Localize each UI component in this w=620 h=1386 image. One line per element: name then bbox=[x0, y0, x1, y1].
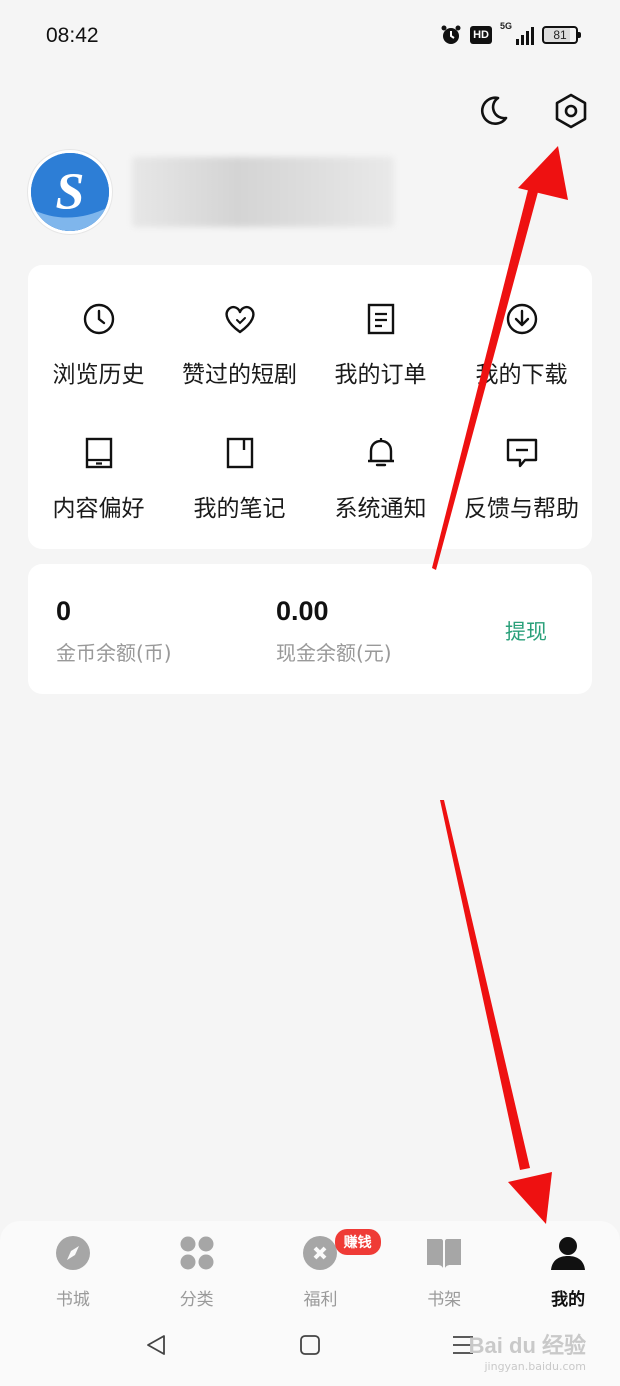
menu-item-label: 系统通知 bbox=[334, 496, 427, 522]
coin-balance-label: 金币余额(币) bbox=[56, 641, 172, 665]
menu-item-notifications[interactable]: 系统通知 bbox=[310, 399, 451, 533]
tab-categories[interactable]: 分类 bbox=[145, 1233, 249, 1321]
withdraw-button[interactable]: 提现 bbox=[505, 616, 547, 646]
avatar-logo-icon: S bbox=[31, 153, 109, 231]
menu-item-downloads[interactable]: 我的下载 bbox=[451, 265, 592, 399]
battery-icon: 81 bbox=[542, 26, 581, 44]
avatar-letter: S bbox=[56, 164, 85, 221]
moon-icon[interactable] bbox=[474, 92, 512, 130]
cash-balance-value: 0.00 bbox=[276, 596, 329, 626]
menu-item-label: 我的订单 bbox=[334, 362, 427, 388]
back-nav-icon[interactable] bbox=[141, 1330, 171, 1360]
alarm-icon bbox=[441, 25, 461, 44]
menu-item-label: 我的笔记 bbox=[193, 496, 286, 522]
compass-icon bbox=[53, 1233, 93, 1273]
username-redacted bbox=[132, 157, 394, 227]
tab-welfare[interactable]: 福利 赚钱 bbox=[269, 1229, 381, 1321]
menu-item-label: 赞过的短剧 bbox=[182, 362, 297, 388]
tab-bookshelf[interactable]: 书架 bbox=[392, 1233, 496, 1321]
coin-balance[interactable]: 0 金币余额(币) bbox=[56, 596, 172, 666]
tab-mine[interactable]: 我的 bbox=[516, 1233, 620, 1321]
tablet-icon bbox=[81, 435, 117, 471]
avatar[interactable]: S bbox=[28, 150, 112, 234]
tab-bookstore[interactable]: 书城 bbox=[21, 1233, 125, 1321]
menu-item-notes[interactable]: 我的笔记 bbox=[169, 399, 310, 533]
baidu-watermark: Bai du 经验 jingyan.baidu.com bbox=[469, 1328, 586, 1373]
network-type: 5G bbox=[500, 21, 513, 31]
menu-item-label: 反馈与帮助 bbox=[464, 496, 579, 522]
profile-header[interactable]: S bbox=[28, 150, 394, 234]
status-bar: 08:42 HD 5G 81 bbox=[0, 0, 620, 74]
menu-item-liked-dramas[interactable]: 赞过的短剧 bbox=[169, 265, 310, 399]
note-icon bbox=[222, 435, 258, 471]
watermark-brand: Bai du 经验 bbox=[468, 1333, 586, 1358]
person-icon bbox=[548, 1233, 588, 1273]
signal-icon: 5G bbox=[500, 21, 534, 45]
home-nav-icon[interactable] bbox=[295, 1330, 325, 1360]
feedback-icon bbox=[504, 435, 540, 471]
arrow-to-mine-tab bbox=[440, 800, 552, 1224]
clock-icon bbox=[81, 301, 117, 337]
menu-item-label: 内容偏好 bbox=[52, 496, 145, 522]
heart-icon bbox=[222, 301, 258, 337]
tab-label: 书城 bbox=[55, 1290, 90, 1310]
category-icon bbox=[177, 1233, 217, 1273]
download-icon bbox=[504, 301, 540, 337]
menu-item-preferences[interactable]: 内容偏好 bbox=[28, 399, 169, 533]
settings-hexagon-icon[interactable] bbox=[552, 92, 590, 130]
menu-item-orders[interactable]: 我的订单 bbox=[310, 265, 451, 399]
status-icons: HD 5G 81 bbox=[440, 21, 581, 46]
status-time: 08:42 bbox=[46, 24, 99, 47]
cash-balance-label: 现金余额(元) bbox=[276, 641, 392, 665]
tab-label: 我的 bbox=[551, 1290, 586, 1310]
earn-money-badge: 赚钱 bbox=[334, 1229, 381, 1255]
menu-item-label: 我的下载 bbox=[475, 362, 568, 388]
hd-badge: HD bbox=[470, 26, 492, 44]
cash-balance[interactable]: 0.00 现金余额(元) bbox=[276, 596, 392, 666]
wallet-card: 0 金币余额(币) 0.00 现金余额(元) 提现 bbox=[28, 564, 592, 694]
order-list-icon bbox=[363, 301, 399, 337]
menu-item-label: 浏览历史 bbox=[52, 362, 145, 388]
menu-item-feedback[interactable]: 反馈与帮助 bbox=[451, 399, 592, 533]
top-actions bbox=[474, 92, 590, 130]
tab-label: 分类 bbox=[179, 1290, 214, 1310]
quick-menu-card: 浏览历史 赞过的短剧 我的订单 我的下载 内容偏好 我的笔记 系统通知 反馈与帮… bbox=[28, 265, 592, 549]
tab-label: 书架 bbox=[427, 1290, 462, 1310]
tab-label: 福利 bbox=[303, 1290, 338, 1310]
book-icon bbox=[424, 1233, 464, 1273]
watermark-url: jingyan.baidu.com bbox=[484, 1360, 586, 1373]
bell-icon bbox=[363, 435, 399, 471]
coin-balance-value: 0 bbox=[56, 596, 72, 626]
menu-item-history[interactable]: 浏览历史 bbox=[28, 265, 169, 399]
